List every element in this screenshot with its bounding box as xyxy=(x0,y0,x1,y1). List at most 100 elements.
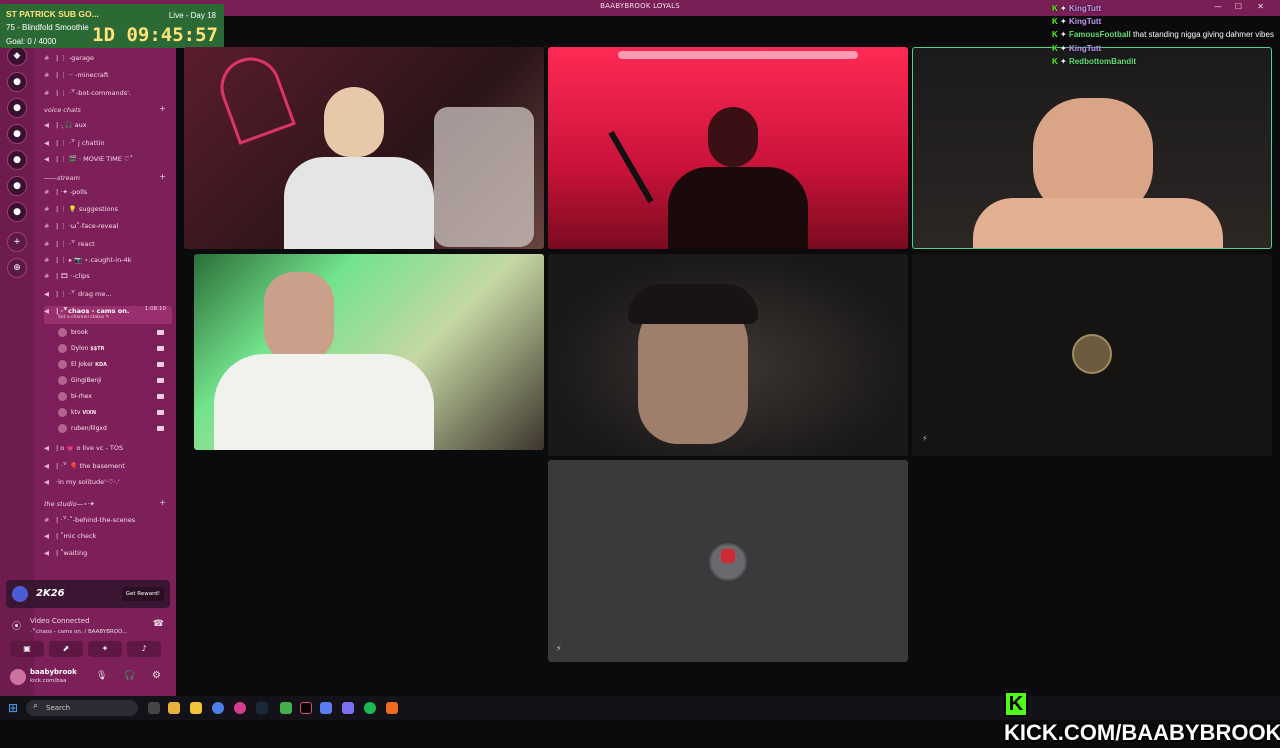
voice-connection-panel: ⦿ Video Connected ·꒷chaos - cams on. / B… xyxy=(6,613,170,665)
channel-label: | o 💗 o live vc - TOS xyxy=(56,444,124,452)
user-name: bi-rhex xyxy=(71,393,92,400)
server-icon[interactable]: ● xyxy=(7,176,27,196)
video-tile-elijoker[interactable] xyxy=(548,254,908,456)
user-name: Dylon xyxy=(71,345,89,352)
windows-start-icon[interactable]: ⊞ xyxy=(8,701,18,715)
channel-category[interactable]: voice chats xyxy=(44,106,81,114)
server-icon[interactable]: ● xyxy=(7,72,27,92)
channel-status[interactable]: Set a channel status ✎ xyxy=(58,315,109,320)
server-icon[interactable]: ● xyxy=(7,202,27,222)
app-icon[interactable] xyxy=(212,702,224,714)
hashtag-icon: # xyxy=(44,188,50,197)
text-channel[interactable]: # | ⋮ ·ω˚-face-reveal xyxy=(44,222,172,234)
taskbar-search[interactable]: Search xyxy=(26,700,138,716)
video-tile-gingibenji[interactable] xyxy=(194,254,544,450)
text-channel[interactable]: # | ·✦ -polls xyxy=(44,188,172,200)
voice-user[interactable]: ruben/lilgxd xyxy=(58,424,170,436)
kick-badge-icon: K xyxy=(1052,43,1058,53)
voice-channel[interactable]: ◀ | o 💗 o live vc - TOS xyxy=(44,444,172,456)
add-server-icon[interactable]: + xyxy=(7,232,27,252)
avatar xyxy=(58,328,67,337)
app-icon[interactable] xyxy=(280,702,292,714)
folder-icon[interactable] xyxy=(190,702,202,714)
spotify-icon[interactable] xyxy=(364,702,376,714)
speaker-icon: ◀ xyxy=(44,461,49,470)
speaker-icon: ◀ xyxy=(44,307,49,315)
voice-channel[interactable]: ◀ | ·꒷ 🎈 the basement xyxy=(44,461,172,473)
text-channel[interactable]: # | ⋮ ▸ 📷 ⋆.caught-in-4k xyxy=(44,256,172,268)
voice-channel[interactable]: ◀ | ⋮ ·꒷ j chattin xyxy=(44,138,172,150)
person-body xyxy=(284,157,434,249)
voice-channel-active[interactable]: ◀ | ·꒷chaos - cams on. 1:08:10 Set a channe… xyxy=(44,306,172,324)
video-tile-dylon[interactable] xyxy=(548,47,908,249)
tiktok-icon[interactable] xyxy=(300,702,312,714)
hashtag-icon: # xyxy=(44,88,50,97)
username: baabybrook xyxy=(30,668,77,676)
channel-category[interactable]: the studio—⋆·✦ xyxy=(44,500,95,508)
channel-label: | ⋮ ·꒷ drag me... xyxy=(56,290,112,299)
discord-icon[interactable] xyxy=(342,702,354,714)
voice-user[interactable]: GingiBenji xyxy=(58,376,170,388)
add-channel-icon[interactable]: + xyxy=(159,104,166,113)
voice-channel[interactable]: ◀ | ⋮ ·꒷ drag me... xyxy=(44,289,172,301)
kick-badge-icon: K xyxy=(1052,4,1058,13)
text-channel[interactable]: # | ⋮ 💡 suggestions xyxy=(44,205,172,217)
chat-username: KingTutt xyxy=(1068,43,1102,53)
add-channel-icon[interactable]: + xyxy=(159,498,166,507)
mic-icon[interactable]: 🎙 xyxy=(96,671,107,681)
app-icon[interactable] xyxy=(320,702,332,714)
voice-channel[interactable]: ◀ | ·̩͙ 🎧 aux xyxy=(44,121,172,133)
activities-button[interactable]: ✦ xyxy=(88,641,122,657)
avatar xyxy=(58,344,67,353)
voice-user[interactable]: bi-rhex xyxy=(58,392,170,404)
file-explorer-icon[interactable] xyxy=(168,702,180,714)
channel-label: | ⋮ ·꒷ j chattin xyxy=(56,139,105,147)
task-view-icon[interactable] xyxy=(148,702,160,714)
voice-user[interactable]: brook xyxy=(58,328,170,340)
person-body xyxy=(214,354,434,450)
voice-user[interactable]: El Joker KDA xyxy=(58,360,170,372)
server-icon[interactable]: ● xyxy=(7,98,27,118)
chat-message: K ✦ FamousFootball that standing nigga g… xyxy=(1052,28,1274,41)
soundboard-button[interactable]: ♪ xyxy=(127,641,161,657)
text-channel[interactable]: # | ⋮ ·꒷-bot-commands'. xyxy=(44,88,172,100)
text-channel[interactable]: # | ·꒷·˚-behind-the-scenes xyxy=(44,515,172,527)
video-tile-brook[interactable] xyxy=(184,47,544,249)
voice-channel[interactable]: ◀ | ˚waiting xyxy=(44,549,172,561)
steam-icon[interactable] xyxy=(256,702,268,714)
search-icon: ⌕ xyxy=(33,701,39,711)
server-icon[interactable]: ◆ xyxy=(7,46,27,66)
voice-channel[interactable]: ◀ ·in my solitude'·♡·.' xyxy=(44,478,172,490)
channel-category[interactable]: ——stream xyxy=(44,174,80,182)
brave-icon[interactable] xyxy=(386,702,398,714)
kick-url: KICK.COM/BAABYBROOK xyxy=(1004,720,1280,745)
text-channel[interactable]: # | ⋮ ·· -minecraft xyxy=(44,71,172,83)
disconnect-icon[interactable]: ☎ xyxy=(153,619,164,629)
server-icon[interactable]: ● xyxy=(7,150,27,170)
text-channel[interactable]: # | 🎞 ·-clips xyxy=(44,272,172,284)
user-name: GingiBenji xyxy=(71,377,102,384)
settings-gear-icon[interactable]: ⚙ xyxy=(152,670,161,681)
video-tile-avatar[interactable]: ⚡ xyxy=(912,254,1272,456)
channel-label: | ⋮ 🎬 · MOVIE TIME ♡˚ xyxy=(56,154,134,163)
speaker-icon: ◀ xyxy=(44,477,49,486)
avatar xyxy=(58,360,67,369)
camera-button[interactable]: ▣ xyxy=(10,641,44,657)
voice-user[interactable]: Dylon $$TR xyxy=(58,344,170,356)
text-channel[interactable]: # | ⋮ ·꒷ react xyxy=(44,239,172,251)
video-tile-avatar-2[interactable]: ⚡ xyxy=(548,460,908,662)
discover-icon[interactable]: ⊕ xyxy=(7,258,27,278)
app-icon[interactable] xyxy=(234,702,246,714)
get-reward-button[interactable]: Get Reward! xyxy=(121,587,164,601)
voice-channel[interactable]: ◀ | ˚mic check xyxy=(44,532,172,544)
headphones-icon[interactable]: 🎧 xyxy=(124,671,135,681)
add-channel-icon[interactable]: + xyxy=(159,172,166,181)
screenshare-button[interactable]: ⬈ xyxy=(49,641,83,657)
text-channel[interactable]: # | ⋮ -garage xyxy=(44,54,172,66)
voice-user[interactable]: ktv VIXN xyxy=(58,408,170,420)
voice-channel[interactable]: ◀ | ⋮ 🎬 · MOVIE TIME ♡˚ xyxy=(44,155,172,167)
avatar[interactable] xyxy=(10,669,26,685)
server-icon[interactable]: ● xyxy=(7,124,27,144)
voice-channel-name[interactable]: ·꒷chaos - cams on. / BAABYBROO... xyxy=(30,628,128,635)
camera-on-icon xyxy=(157,362,164,367)
